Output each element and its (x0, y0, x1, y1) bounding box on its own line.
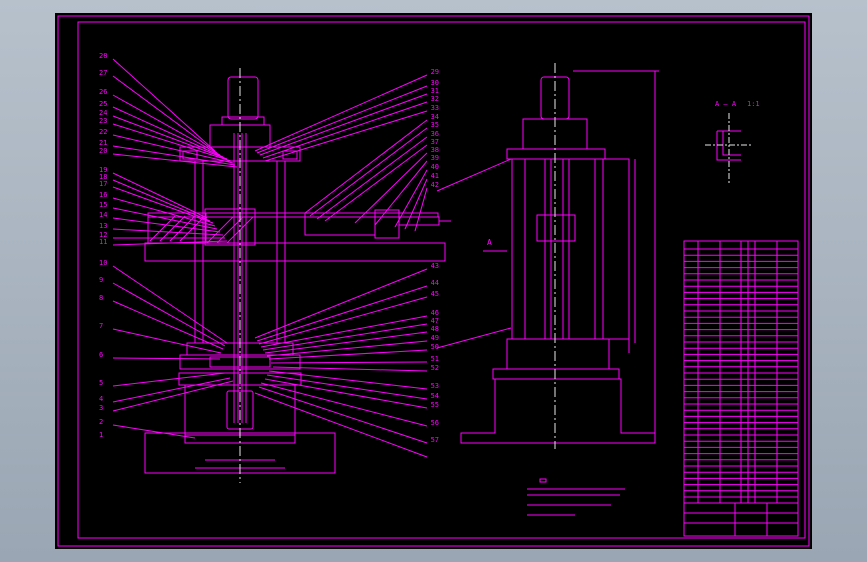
leader_labels_left-label: 26 (99, 88, 107, 96)
arm-bottom (144, 242, 446, 262)
leader_labels_left-label: 4 (99, 395, 103, 403)
leader_labels_left-label: 24 (99, 109, 107, 117)
drawing-canvas: 2827262524232221201918171615141312111098… (57, 15, 810, 547)
leader_labels_left-label: 5 (99, 379, 103, 387)
parts-list (683, 240, 799, 537)
leader_labels_right-label: 34 (431, 113, 439, 121)
leader_labels_left-label: 9 (99, 276, 103, 284)
leader_labels_left-label: 11 (99, 238, 107, 246)
leader_labels_left-label: 1 (99, 431, 103, 439)
leader_labels_right-label: 38 (431, 146, 439, 154)
labels-left: 2827262524232221201918171615141312111098… (99, 52, 107, 439)
leader_labels_left-label: 10 (99, 259, 107, 267)
section-view-a-a: A — A 1:1 (705, 100, 760, 185)
leader_labels_left-label: 14 (99, 211, 107, 219)
leader_labels_left-label: 22 (99, 128, 107, 136)
leader_labels_right-label: 36 (431, 130, 439, 138)
leader_labels_right-label: 56 (431, 419, 439, 427)
leader_labels_right-label: 43 (431, 262, 439, 270)
leader_labels_right-label: 35 (431, 121, 439, 129)
leader_labels_left-label: 15 (99, 201, 107, 209)
leader_labels_right-label: 54 (431, 392, 439, 400)
sensor-carriage (304, 212, 376, 236)
leader_labels_right-label: 49 (431, 334, 439, 342)
side-base (460, 378, 656, 444)
leader_labels_right-label: 39 (431, 154, 439, 162)
leader_labels_left-label: 16 (99, 191, 107, 199)
leaders-left (112, 58, 238, 439)
section-view-scale: 1:1 (747, 100, 760, 108)
leader_labels_left-label: 17 (99, 180, 107, 188)
leader_labels_left-label: 13 (99, 222, 107, 230)
leader_labels_left-label: 20 (99, 147, 107, 155)
leader_labels_right-label: 53 (431, 382, 439, 390)
leader_labels_left-label: 23 (99, 117, 107, 125)
leader_labels_left-label: 3 (99, 404, 103, 412)
front-view: 2827262524232221201918171615141312111098… (99, 52, 451, 483)
leader_labels_right-label: 57 (431, 436, 439, 444)
side-view: A (436, 63, 659, 449)
leader_labels_left-label: 6 (99, 351, 103, 359)
leader_labels_right-label: 51 (431, 355, 439, 363)
leader_labels_left-label: 7 (99, 322, 103, 330)
leader_labels_right-label: 29 (431, 68, 439, 76)
leader_labels_left-label: 27 (99, 69, 107, 77)
sensor-head (374, 209, 400, 239)
leader_labels_right-label: 45 (431, 290, 439, 298)
leader_labels_right-label: 31 (431, 87, 439, 95)
leaders-right (254, 74, 428, 458)
section-view-title: A — A (715, 100, 737, 108)
drawing-sheet: 28 27 26 25 24 23 22 21 20 19 18 17 16 15 14 13 12 11 10 9 8… (55, 13, 812, 549)
leader_labels_right-label: 52 (431, 364, 439, 372)
side-frame (511, 158, 630, 340)
leader_labels_right-label: 46 (431, 309, 439, 317)
leader_labels_right-label: 32 (431, 95, 439, 103)
leader_labels_right-label: 41 (431, 172, 439, 180)
leader_labels_left-label: 8 (99, 294, 103, 302)
leader_labels_right-label: 47 (431, 317, 439, 325)
section-marker: A (487, 238, 492, 247)
leader_labels_right-label: 48 (431, 325, 439, 333)
side-lower-housing (506, 338, 610, 370)
leader_labels_right-label: 37 (431, 138, 439, 146)
leader_labels_right-label: 33 (431, 104, 439, 112)
leader_labels_left-label: 2 (99, 418, 103, 426)
leader_labels_left-label: 28 (99, 52, 107, 60)
technical-notes (527, 478, 625, 516)
leader_labels_right-label: 50 (431, 343, 439, 351)
leader_labels_right-label: 44 (431, 279, 439, 287)
leader_labels_right-label: 40 (431, 163, 439, 171)
title-block (683, 502, 799, 537)
leader_labels_left-label: 25 (99, 100, 107, 108)
leader_labels_left-label: 21 (99, 139, 107, 147)
leader_labels_right-label: 42 (431, 181, 439, 189)
leader_labels_right-label: 30 (431, 79, 439, 87)
side-top-plate (506, 148, 606, 160)
side-base-flange (492, 368, 620, 380)
labels-right: 29 30313233343536373839404142 43 44 45 464748… (431, 68, 439, 444)
leader_labels_right-label: 55 (431, 401, 439, 409)
cad-viewer: 28 27 26 25 24 23 22 21 20 19 18 17 16 15 14 13 12 11 10 9 8… (0, 0, 867, 562)
motor (227, 76, 259, 120)
